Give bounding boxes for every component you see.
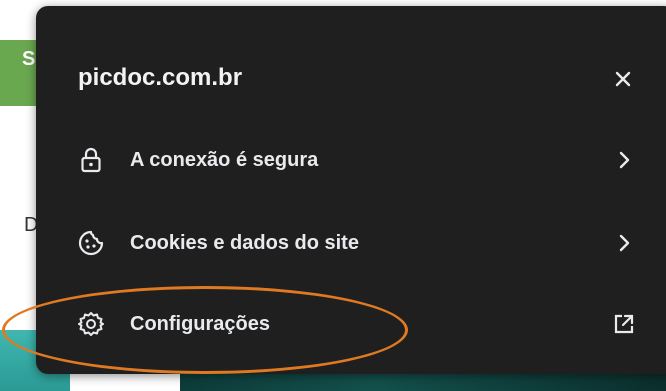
close-button[interactable] bbox=[608, 64, 638, 94]
external-link-icon bbox=[612, 312, 636, 336]
close-icon bbox=[615, 71, 631, 87]
background-letter: S bbox=[22, 48, 36, 70]
cookie-icon bbox=[78, 230, 104, 256]
connection-secure-item[interactable]: A conexão é segura bbox=[36, 128, 666, 192]
chevron-right-icon bbox=[612, 148, 636, 172]
settings-label: Configurações bbox=[130, 312, 271, 335]
site-info-popup: picdoc.com.br A conexão é segura Cookies… bbox=[36, 6, 666, 374]
cookies-label: Cookies e dados do site bbox=[130, 231, 359, 254]
site-title: picdoc.com.br bbox=[78, 64, 243, 91]
gear-icon bbox=[78, 311, 104, 337]
cookies-item[interactable]: Cookies e dados do site bbox=[36, 211, 666, 275]
connection-secure-label: A conexão é segura bbox=[130, 148, 319, 171]
chevron-right-icon bbox=[612, 231, 636, 255]
lock-icon bbox=[78, 147, 104, 173]
settings-item[interactable]: Configurações bbox=[36, 292, 666, 356]
